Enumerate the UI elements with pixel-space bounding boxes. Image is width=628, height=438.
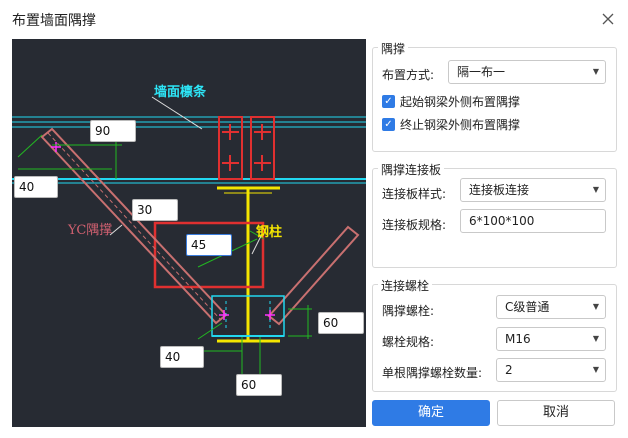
- plate-spec-input[interactable]: 6*100*100: [460, 209, 606, 233]
- window-title: 布置墙面隅撑: [12, 13, 96, 29]
- bolt-spec-label: 螺栓规格:: [382, 335, 435, 349]
- bolt-count-value: 2: [505, 363, 513, 377]
- bolt-type-label: 隅撑螺栓:: [382, 304, 435, 318]
- wall-purlin-label: 墙面檩条: [154, 85, 207, 100]
- bolt-type-select[interactable]: C级普通 ▼: [496, 295, 606, 319]
- chevron-down-icon: ▼: [592, 67, 599, 76]
- layout-select[interactable]: 隔一布一 ▼: [448, 60, 606, 84]
- chevron-down-icon: ▼: [592, 185, 599, 194]
- end-outside-label: 终止钢梁外侧布置隅撑: [400, 118, 521, 132]
- bolt-type-value: C级普通: [505, 300, 550, 314]
- chevron-down-icon: ▼: [592, 302, 599, 311]
- plate-style-value: 连接板连接: [469, 183, 530, 197]
- bolt-count-label: 单根隅撑螺栓数量:: [382, 366, 483, 380]
- title-bar: 布置墙面隅撑: [0, 0, 628, 38]
- cancel-button[interactable]: 取消: [497, 400, 615, 426]
- plate-style-label: 连接板样式:: [382, 187, 447, 201]
- plate-spec-label: 连接板规格:: [382, 218, 447, 232]
- checkbox-checked-icon: ✓: [382, 118, 395, 131]
- preview-canvas: 墙面檩条 YC隅撑 钢柱 90 40 30 45 60 40 60: [12, 39, 366, 427]
- ok-button[interactable]: 确定: [372, 400, 490, 426]
- purlin-plates: [218, 116, 275, 180]
- bolt-spec-select[interactable]: M16 ▼: [496, 327, 606, 351]
- plate-style-select[interactable]: 连接板连接 ▼: [460, 178, 606, 202]
- bolt-group-label: 连接螺栓: [378, 277, 433, 294]
- column-label: 钢柱: [256, 225, 283, 240]
- start-outside-label: 起始钢梁外侧布置隅撑: [400, 95, 521, 109]
- chevron-down-icon: ▼: [592, 365, 599, 374]
- brace-label: YC隅撑: [68, 223, 113, 238]
- checkbox-checked-icon: ✓: [382, 95, 395, 108]
- bolt-count-select[interactable]: 2 ▼: [496, 358, 606, 382]
- chevron-down-icon: ▼: [592, 334, 599, 343]
- brace-group-label: 隅撑: [378, 40, 409, 57]
- start-outside-checkbox[interactable]: ✓ 起始钢梁外侧布置隅撑: [382, 93, 520, 110]
- dim-input-30[interactable]: 30: [132, 199, 178, 221]
- end-outside-checkbox[interactable]: ✓ 终止钢梁外侧布置隅撑: [382, 116, 520, 133]
- dim-input-40-bottom[interactable]: 40: [160, 346, 204, 368]
- brace-right: [267, 225, 360, 326]
- dim-input-60-right[interactable]: 60: [318, 312, 364, 334]
- layout-value: 隔一布一: [457, 65, 506, 79]
- dim-input-40-top[interactable]: 40: [14, 176, 58, 198]
- close-icon[interactable]: [598, 9, 618, 29]
- plate-group-label: 隅撑连接板: [378, 161, 445, 178]
- layout-label: 布置方式:: [382, 68, 435, 82]
- dim-input-60-bottom[interactable]: 60: [236, 374, 282, 396]
- dim-input-90[interactable]: 90: [90, 120, 136, 142]
- wall-purlin: [12, 116, 366, 184]
- bolt-spec-value: M16: [505, 332, 531, 346]
- dim-input-45[interactable]: 45: [186, 234, 232, 256]
